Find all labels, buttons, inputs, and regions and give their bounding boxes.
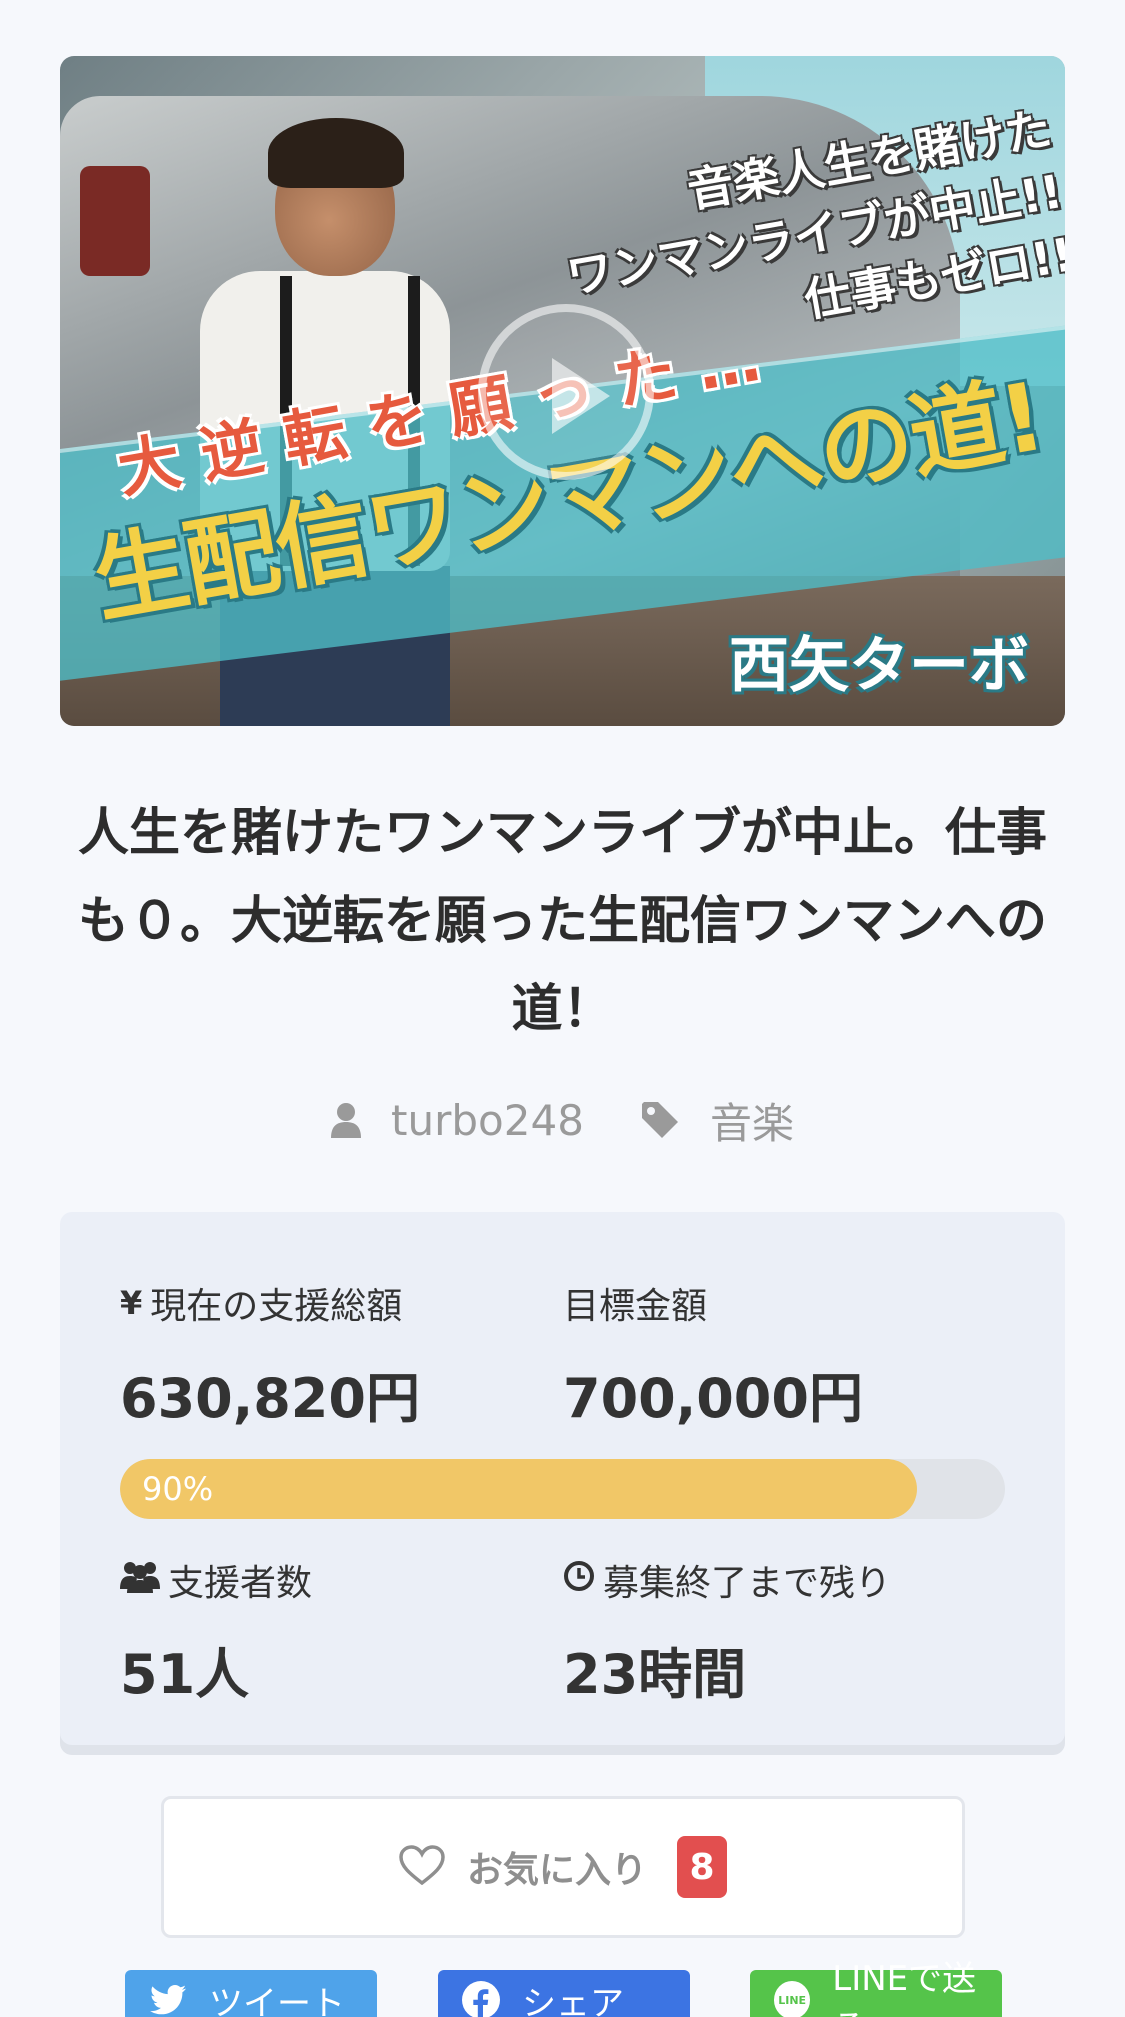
facebook-share-button[interactable]: シェア: [438, 1970, 690, 2017]
tweet-label: ツイート: [209, 1983, 345, 2017]
favorite-label: お気に入り: [466, 1850, 647, 1891]
twitter-icon: [149, 1981, 187, 2017]
tweet-button[interactable]: ツイート: [125, 1970, 377, 2017]
line-share-button[interactable]: LINE LINEで送る: [750, 1959, 1002, 2017]
facebook-share-label: シェア: [522, 1983, 624, 2017]
raised-label: ¥ 現在の支援総額: [120, 1284, 403, 1327]
user-icon: [331, 1102, 362, 1138]
category-link[interactable]: 音楽: [641, 1090, 794, 1151]
heart-icon: [399, 1845, 445, 1889]
clock-icon: [563, 1560, 595, 1601]
project-video-thumbnail[interactable]: 音楽人生を賭けた ワンマンライブが中止!! 仕事もゼロ!! 大逆転を願った… 生…: [60, 56, 1065, 726]
tag-icon: [641, 1102, 680, 1138]
remaining-label: 募集終了まで残り: [563, 1554, 891, 1606]
backers-value: 51人: [120, 1643, 250, 1706]
yen-icon: ¥: [120, 1284, 143, 1322]
category-name: 音楽: [709, 1098, 794, 1148]
facebook-icon: [462, 1981, 500, 2017]
line-icon: LINE: [774, 1981, 811, 2017]
backers-label: 支援者数: [120, 1554, 312, 1606]
play-icon[interactable]: [478, 304, 654, 480]
line-share-label: LINEで送る: [832, 1959, 977, 2017]
progress-fill: 90%: [120, 1459, 917, 1519]
funding-progress-bar: 90%: [120, 1459, 1005, 1519]
project-title: 人生を賭けたワンマンライブが中止。仕事も０。大逆転を願った生配信ワンマンへの道！: [77, 804, 1047, 1039]
author-name: turbo248: [391, 1095, 584, 1145]
raised-value: 630,820円: [120, 1367, 420, 1430]
goal-label: 目標金額: [563, 1286, 708, 1327]
users-icon: [120, 1559, 160, 1602]
hero-overlay-name: 西矢ターボ: [729, 631, 1029, 701]
project-meta: turbo248 音楽: [0, 1090, 1125, 1150]
project-page: 音楽人生を賭けた ワンマンライブが中止!! 仕事もゼロ!! 大逆転を願った… 生…: [0, 0, 1125, 2017]
progress-percent: 90%: [142, 1470, 214, 1508]
remaining-value: 23時間: [563, 1643, 747, 1706]
goal-value: 700,000円: [563, 1367, 863, 1430]
favorite-button[interactable]: お気に入り 8: [161, 1796, 965, 1938]
favorite-count-badge: 8: [677, 1836, 727, 1898]
author-link[interactable]: turbo248: [331, 1096, 584, 1145]
hero-trailer-light: [80, 166, 150, 276]
funding-stats-card: ¥ 現在の支援総額 630,820円 目標金額 700,000円 90% 支援者…: [60, 1212, 1065, 1745]
